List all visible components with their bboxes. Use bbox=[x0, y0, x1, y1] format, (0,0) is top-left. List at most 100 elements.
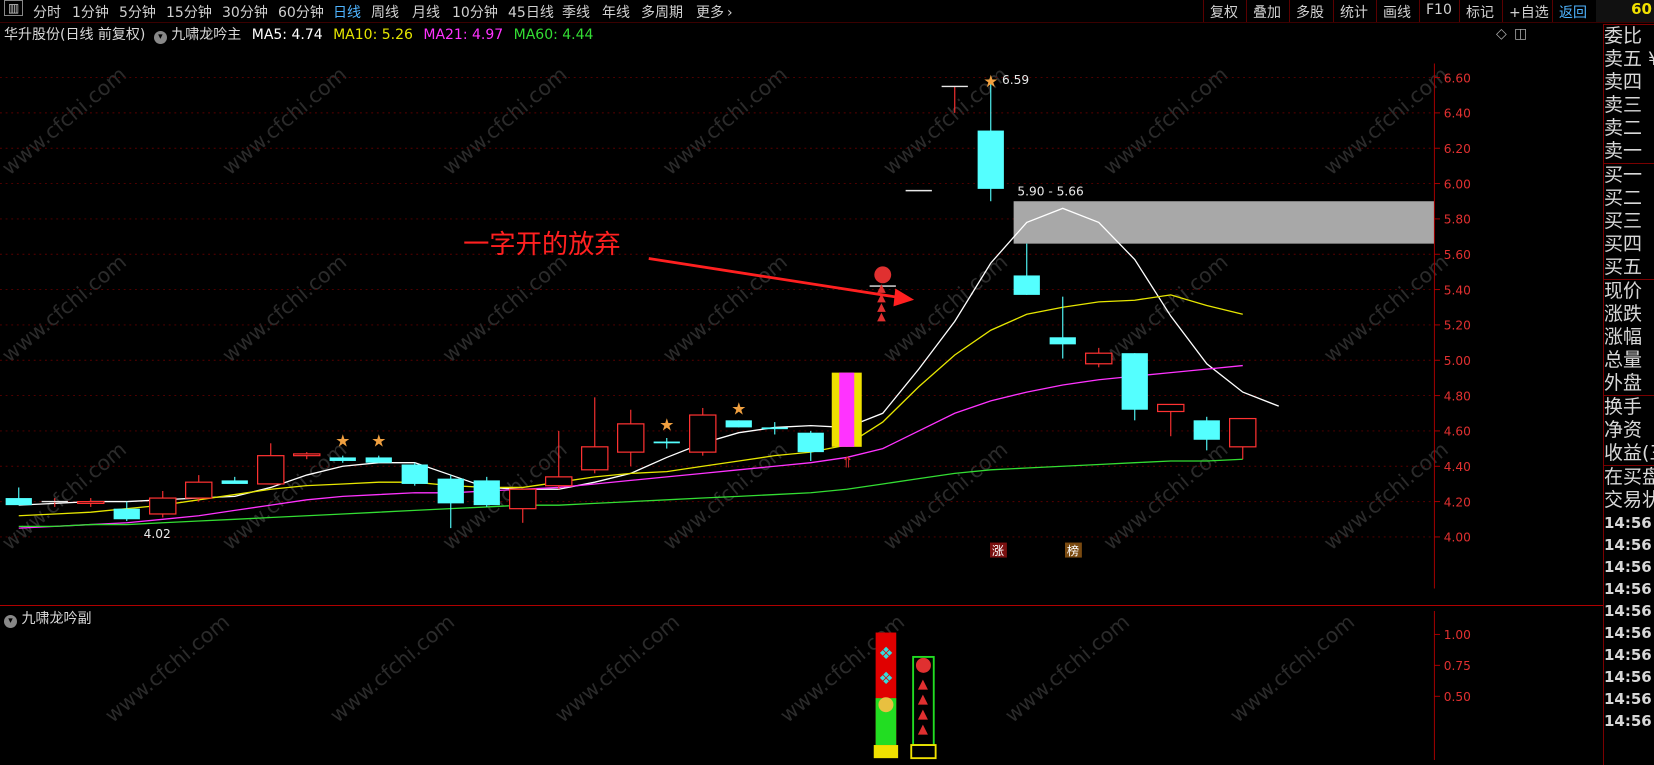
more-label: 更多 bbox=[696, 5, 724, 21]
butterfly-icon: ❖ bbox=[878, 643, 893, 663]
period-tab-daily[interactable]: 日线 bbox=[333, 2, 361, 22]
candle bbox=[725, 420, 752, 428]
axis-tick-label: 4.20 bbox=[1444, 495, 1471, 509]
quote-field-label: 买四 bbox=[1604, 233, 1643, 255]
period-tab-multi[interactable]: 多周期 bbox=[641, 2, 683, 22]
arrow-up-icon: ▲ bbox=[918, 722, 929, 737]
period-tab-monthly[interactable]: 月线 bbox=[412, 2, 440, 22]
quote-field-label: 委比 bbox=[1604, 24, 1654, 48]
arrow-up-icon: ▲ bbox=[877, 310, 886, 323]
candle bbox=[1229, 417, 1257, 460]
candle-body bbox=[545, 476, 573, 487]
candle-body bbox=[365, 457, 392, 463]
stats-button[interactable]: 统计 bbox=[1333, 0, 1372, 22]
period-tab-15min[interactable]: 15分钟 bbox=[166, 2, 212, 22]
period-tab-yearly[interactable]: 年线 bbox=[602, 2, 630, 22]
candle bbox=[221, 476, 248, 484]
quote-field-label: 收益(三 bbox=[1604, 442, 1654, 464]
period-tab-5min[interactable]: 5分钟 bbox=[119, 2, 156, 22]
candle-body bbox=[617, 423, 645, 453]
period-tab-quarterly[interactable]: 季线 bbox=[562, 2, 590, 22]
candle-body bbox=[977, 130, 1004, 189]
candle-body bbox=[581, 446, 609, 471]
multi-stock-button[interactable]: 多股 bbox=[1289, 0, 1328, 22]
quote-field-label: 涨幅 bbox=[1604, 326, 1643, 348]
period-tab-10min[interactable]: 10分钟 bbox=[452, 2, 498, 22]
watermark-text: www.cfchi.com bbox=[1000, 610, 1134, 728]
butterfly-icon: ❖ bbox=[878, 668, 893, 688]
annotation-text: 一字开的放弃 bbox=[463, 230, 621, 260]
candle-body bbox=[797, 432, 824, 453]
period-tab-fenshi[interactable]: 分时 bbox=[33, 2, 61, 22]
svg-text:榜: 榜 bbox=[1067, 543, 1079, 558]
axis-tick-label: 6.20 bbox=[1444, 142, 1471, 156]
period-tab-45day[interactable]: 45日线 bbox=[508, 2, 554, 22]
arrow-up-icon: ⇑ bbox=[841, 453, 854, 471]
candle bbox=[797, 430, 824, 461]
candle-body bbox=[149, 497, 177, 515]
tick-time: 14:56 bbox=[1604, 602, 1652, 620]
period-tab-1min[interactable]: 1分钟 bbox=[72, 2, 109, 22]
candle-body bbox=[437, 478, 464, 504]
runner-icon: ★ bbox=[983, 71, 998, 91]
tick-time: 14:56 bbox=[1604, 624, 1652, 642]
sub-axis-label: 0.50 bbox=[1444, 690, 1471, 704]
resistance-zone bbox=[1013, 201, 1435, 244]
candle-body bbox=[689, 414, 717, 453]
candle-body bbox=[1085, 352, 1113, 365]
overlay-button[interactable]: 叠加 bbox=[1246, 0, 1285, 22]
add-watchlist-button[interactable]: +自选 bbox=[1502, 0, 1553, 22]
candle bbox=[149, 491, 177, 518]
quote-field-label: 卖三 bbox=[1604, 94, 1643, 116]
period-tab-weekly[interactable]: 周线 bbox=[371, 2, 399, 22]
watermark-text: www.cfchi.com bbox=[878, 250, 1012, 368]
candle-body bbox=[761, 427, 788, 430]
quote-field-label: 卖一 bbox=[1604, 140, 1643, 162]
main-indicator-name[interactable]: 九啸龙吟主 bbox=[171, 27, 241, 43]
fuquan-button[interactable]: 复权 bbox=[1203, 0, 1242, 22]
f10-button[interactable]: F10 bbox=[1419, 0, 1456, 22]
candle-body bbox=[473, 480, 500, 506]
sub-indicator-chart[interactable]: www.cfchi.com www.cfchi.com www.cfchi.com w… bbox=[0, 606, 1500, 765]
sub-signal-bar-2: ▲ ▲ ▲ ▲ bbox=[910, 655, 937, 760]
window-toggle-icon[interactable]: ◫ bbox=[1514, 26, 1527, 42]
stock-title[interactable]: 华升股份(日线 前复权) bbox=[4, 27, 145, 43]
chevron-right-icon: › bbox=[727, 5, 733, 21]
menu-icon[interactable]: ▥ bbox=[4, 0, 24, 16]
candle-body-highlight bbox=[839, 372, 855, 447]
diamond-icon[interactable]: ◇ bbox=[1496, 26, 1507, 42]
axis-tick-label: 5.40 bbox=[1444, 283, 1471, 297]
candle bbox=[365, 455, 392, 463]
watermark-text: www.cfchi.com bbox=[100, 610, 234, 728]
watermark-layer: www.cfchi.com www.cfchi.com www.cfchi.com w… bbox=[100, 610, 1359, 728]
watermark-text: www.cfchi.com bbox=[438, 250, 572, 368]
watermark-text: www.cfchi.com bbox=[1319, 250, 1453, 368]
candle bbox=[113, 501, 140, 522]
main-candlestick-chart[interactable]: www.cfchi.com www.cfchi.com www.cfchi.com w… bbox=[0, 46, 1500, 606]
candle bbox=[77, 498, 105, 507]
signal-markers: ★ ★★★★▲▲▲▲⇑ bbox=[335, 71, 998, 472]
tick-time: 14:56 bbox=[1604, 514, 1652, 532]
more-button[interactable]: 更多 › bbox=[696, 2, 733, 22]
return-button[interactable]: 返回 bbox=[1552, 0, 1591, 22]
axis-tick-label: 5.20 bbox=[1444, 319, 1471, 333]
watermark-text: www.cfchi.com bbox=[658, 62, 792, 180]
candle-body bbox=[329, 457, 356, 461]
candle-body bbox=[1049, 337, 1076, 345]
quote-field-label: 在买盘 bbox=[1604, 465, 1654, 489]
axis-tick-label: 4.60 bbox=[1444, 425, 1471, 439]
draw-line-button[interactable]: 画线 bbox=[1376, 0, 1415, 22]
period-tab-30min[interactable]: 30分钟 bbox=[222, 2, 268, 22]
indicator-dropdown-icon[interactable]: ▾ bbox=[153, 31, 167, 44]
quote-field-label: 外盘 bbox=[1604, 372, 1643, 394]
candle-body bbox=[1013, 275, 1040, 295]
watermark-text: www.cfchi.com bbox=[550, 610, 684, 728]
period-tab-60min[interactable]: 60分钟 bbox=[278, 2, 324, 22]
quote-field-label: 买二 bbox=[1604, 187, 1643, 209]
candles bbox=[5, 79, 1257, 529]
mark-button[interactable]: 标记 bbox=[1459, 0, 1498, 22]
ma21-label: MA21: 4.97 bbox=[423, 27, 504, 43]
candle-body bbox=[509, 488, 537, 510]
quote-field-label: 交易状 bbox=[1604, 489, 1654, 511]
candle bbox=[831, 372, 862, 447]
